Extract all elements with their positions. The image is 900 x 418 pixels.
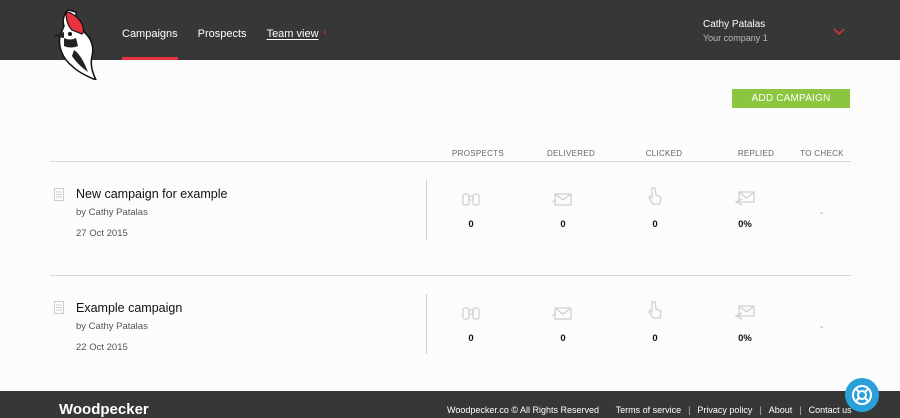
campaign-title[interactable]: New campaign for example bbox=[76, 187, 227, 201]
add-campaign-button[interactable]: ADD CAMPAIGN bbox=[732, 89, 850, 108]
column-header-to-check: TO CHECK bbox=[800, 149, 844, 158]
chevron-down-icon[interactable] bbox=[833, 28, 845, 36]
user-company[interactable]: Your company 1 bbox=[703, 33, 768, 43]
nav-prospects[interactable]: Prospects bbox=[198, 0, 247, 60]
chevron-left-icon: ‹ bbox=[323, 27, 327, 38]
stat-replied: 0% bbox=[738, 219, 752, 230]
stat-clicked: 0 bbox=[652, 219, 658, 230]
stat-prospects: 0 bbox=[468, 219, 474, 230]
footer: Woodpecker Woodpecker.co © All Rights Re… bbox=[0, 391, 900, 418]
campaign-author: by Cathy Patalas bbox=[76, 321, 148, 332]
nav-team-view[interactable]: Team view ‹ bbox=[266, 0, 327, 60]
campaign-title[interactable]: Example campaign bbox=[76, 301, 182, 315]
pointer-hand-icon bbox=[648, 301, 662, 319]
column-header-clicked: CLICKED bbox=[645, 149, 683, 158]
footer-separator bbox=[606, 405, 609, 415]
footer-separator: | bbox=[759, 405, 762, 415]
footer-link-about[interactable]: About bbox=[769, 405, 793, 415]
binoculars-icon bbox=[462, 307, 480, 320]
document-icon bbox=[54, 301, 64, 314]
help-button[interactable] bbox=[845, 378, 879, 412]
reply-envelope-icon bbox=[734, 191, 755, 206]
stat-prospects: 0 bbox=[468, 333, 474, 344]
footer-copyright: Woodpecker.co © All Rights Reserved bbox=[447, 405, 600, 415]
stat-delivered: 0 bbox=[560, 219, 566, 230]
column-header-delivered: DELIVERED bbox=[546, 149, 596, 158]
reply-envelope-icon bbox=[734, 305, 755, 320]
top-bar: Campaigns Prospects Team view ‹ Cathy Pa… bbox=[0, 0, 900, 60]
column-header-replied: REPLIED bbox=[737, 149, 775, 158]
footer-brand: Woodpecker bbox=[59, 401, 149, 418]
row-divider bbox=[426, 294, 427, 354]
lifebuoy-icon bbox=[852, 385, 872, 405]
row-separator bbox=[50, 275, 851, 276]
stat-replied: 0% bbox=[738, 333, 752, 344]
stat-to-check: - bbox=[820, 208, 824, 219]
header-divider bbox=[50, 161, 851, 162]
footer-separator: | bbox=[799, 405, 802, 415]
main-nav: Campaigns Prospects Team view ‹ bbox=[122, 0, 339, 60]
footer-separator: | bbox=[688, 405, 691, 415]
column-header-prospects: PROSPECTS bbox=[451, 149, 505, 158]
pointer-hand-icon bbox=[648, 187, 662, 205]
stat-to-check: - bbox=[820, 322, 824, 333]
woodpecker-logo[interactable] bbox=[54, 6, 102, 80]
footer-link-privacy[interactable]: Privacy policy bbox=[697, 405, 752, 415]
binoculars-icon bbox=[462, 193, 480, 206]
row-divider bbox=[426, 180, 427, 240]
footer-links: Woodpecker.co © All Rights Reserved Term… bbox=[447, 405, 852, 415]
nav-campaigns[interactable]: Campaigns bbox=[122, 0, 178, 60]
nav-team-view-label: Team view bbox=[266, 28, 319, 40]
envelope-icon bbox=[552, 193, 572, 206]
envelope-icon bbox=[552, 307, 572, 320]
campaign-date: 22 Oct 2015 bbox=[76, 342, 128, 353]
stat-delivered: 0 bbox=[560, 333, 566, 344]
document-icon bbox=[54, 188, 64, 201]
footer-link-contact[interactable]: Contact us bbox=[809, 405, 852, 415]
stat-clicked: 0 bbox=[652, 333, 658, 344]
campaign-date: 27 Oct 2015 bbox=[76, 228, 128, 239]
footer-link-terms[interactable]: Terms of service bbox=[616, 405, 682, 415]
user-name[interactable]: Cathy Patalas bbox=[703, 19, 765, 30]
campaign-author: by Cathy Patalas bbox=[76, 207, 148, 218]
